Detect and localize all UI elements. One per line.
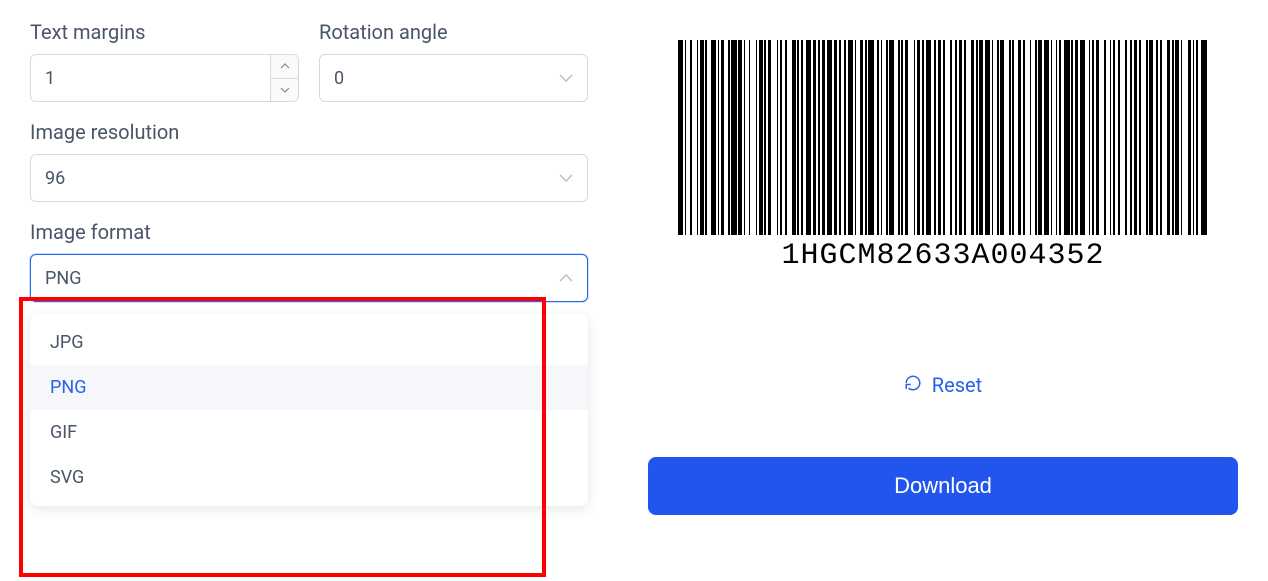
rotation-angle-label: Rotation angle: [319, 20, 588, 44]
image-format-select[interactable]: PNG: [30, 254, 588, 302]
image-format-value: PNG: [45, 268, 81, 289]
barcode-bars: [668, 40, 1218, 235]
reset-label: Reset: [932, 373, 982, 397]
chevron-down-icon: [559, 74, 573, 82]
image-format-option-jpg[interactable]: JPG: [30, 320, 588, 365]
chevron-down-icon: [280, 87, 290, 93]
image-format-dropdown: JPG PNG GIF SVG: [30, 314, 588, 506]
download-label: Download: [894, 473, 992, 499]
refresh-icon: [904, 373, 922, 397]
image-format-option-gif[interactable]: GIF: [30, 410, 588, 455]
image-format-label: Image format: [30, 220, 588, 244]
text-margins-input[interactable]: 1: [30, 54, 299, 102]
barcode-preview: 1HGCM82633A004352: [648, 20, 1238, 283]
text-margins-decrement[interactable]: [271, 79, 298, 102]
chevron-down-icon: [559, 174, 573, 182]
download-button[interactable]: Download: [648, 457, 1238, 515]
text-margins-value: 1: [31, 55, 270, 101]
image-resolution-label: Image resolution: [30, 120, 588, 144]
chevron-up-icon: [280, 63, 290, 69]
barcode-text: 1HGCM82633A004352: [668, 239, 1218, 273]
reset-button[interactable]: Reset: [648, 373, 1238, 397]
image-format-option-svg[interactable]: SVG: [30, 455, 588, 500]
image-resolution-value: 96: [45, 168, 65, 189]
image-resolution-select[interactable]: 96: [30, 154, 588, 202]
chevron-up-icon: [559, 274, 573, 282]
rotation-angle-select[interactable]: 0: [319, 54, 588, 102]
text-margins-increment[interactable]: [271, 55, 298, 79]
rotation-angle-value: 0: [334, 68, 344, 89]
text-margins-label: Text margins: [30, 20, 299, 44]
image-format-option-png[interactable]: PNG: [30, 365, 588, 410]
